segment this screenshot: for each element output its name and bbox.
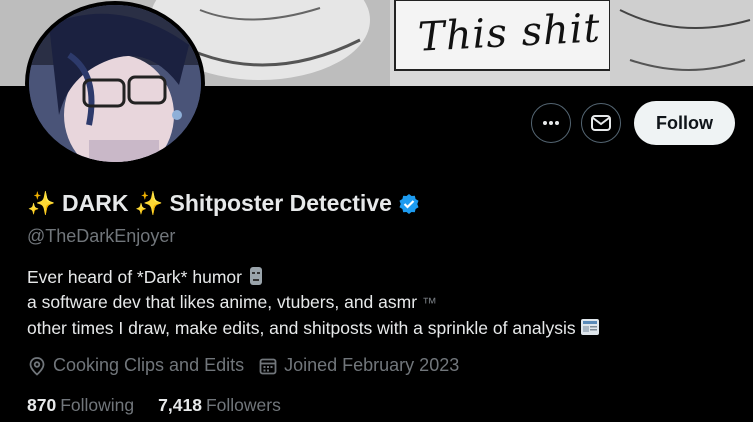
bio-line-3-text: other times I draw, make edits, and shit…	[27, 318, 576, 338]
profile-meta: Cooking Clips and Edits Joined February …	[27, 355, 459, 376]
joined-item: Joined February 2023	[258, 355, 459, 376]
followers-link[interactable]: 7,418 Followers	[158, 395, 281, 416]
trademark-symbol: ™	[421, 295, 437, 312]
display-name-row: ✨ DARK ✨ Shitposter Detective	[27, 190, 420, 217]
followers-count: 7,418	[158, 395, 202, 415]
following-label: Following	[60, 395, 135, 415]
message-button[interactable]	[581, 103, 621, 143]
profile-bio: Ever heard of *Dark* humor a software de…	[27, 265, 600, 341]
followers-label: Followers	[205, 395, 281, 415]
banner-caption: This shit	[416, 5, 602, 61]
display-name-prefix: ✨ DARK ✨	[27, 190, 164, 216]
moai-emoji-icon	[249, 267, 262, 285]
more-icon	[543, 121, 559, 125]
newspaper-emoji-icon	[581, 319, 600, 335]
bio-line-3: other times I draw, make edits, and shit…	[27, 316, 600, 341]
mail-icon	[591, 115, 611, 131]
location-text: Cooking Clips and Edits	[53, 355, 245, 375]
location-item: Cooking Clips and Edits	[27, 355, 244, 376]
follow-stats: 870 Following 7,418 Followers	[27, 395, 281, 416]
bio-line-1: Ever heard of *Dark* humor	[27, 265, 600, 290]
calendar-icon	[259, 358, 277, 374]
following-count: 870	[27, 395, 57, 415]
profile-handle: @TheDarkEnjoyer	[27, 226, 176, 246]
follow-button[interactable]: Follow	[634, 101, 735, 145]
joined-text: Joined February 2023	[284, 355, 460, 375]
bio-line-2-text: a software dev that likes anime, vtubers…	[27, 292, 418, 312]
display-name: Shitposter Detective	[169, 190, 392, 216]
avatar[interactable]	[25, 1, 205, 166]
profile-actions: Follow	[531, 101, 735, 145]
more-button[interactable]	[531, 103, 571, 143]
location-pin-icon	[29, 356, 45, 376]
verified-badge-icon[interactable]	[398, 193, 420, 215]
avatar-illustration	[29, 5, 201, 162]
bio-line-1-text: Ever heard of *Dark* humor	[27, 267, 242, 287]
bio-line-2: a software dev that likes anime, vtubers…	[27, 290, 600, 316]
following-link[interactable]: 870 Following	[27, 395, 134, 416]
